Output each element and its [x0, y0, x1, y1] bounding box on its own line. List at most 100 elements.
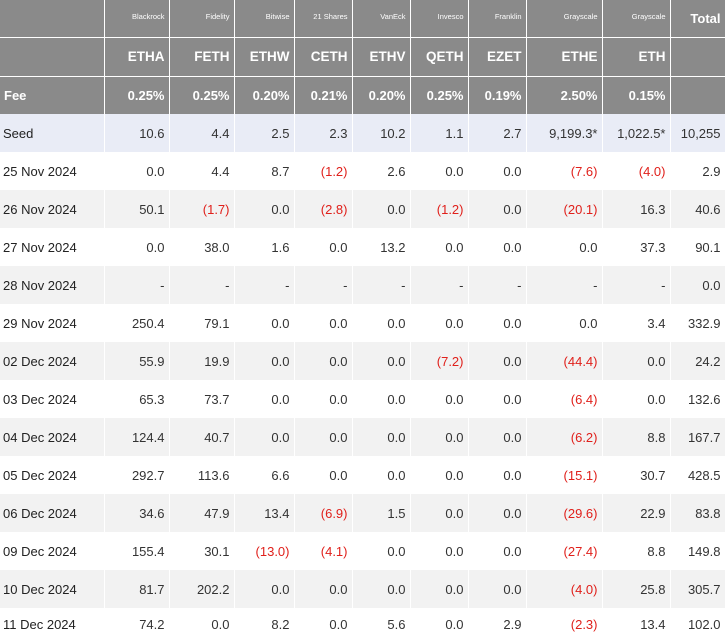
row-date-label: 02 Dec 2024	[0, 342, 105, 380]
fee-value: 0.20%	[234, 75, 295, 114]
flow-cell: 0.0	[294, 342, 353, 380]
ticker-symbol: ETHE	[526, 36, 603, 76]
row-date-label: 11 Dec 2024	[0, 608, 105, 641]
etf-flows-table: Blackrock Fidelity Bitwise 21 Shares Van…	[0, 0, 725, 641]
flow-cell: 0.0	[410, 418, 469, 456]
flow-cell: 155.4	[104, 532, 170, 570]
issuer-name: Blackrock	[104, 0, 170, 37]
flow-cell: 0.0	[468, 342, 527, 380]
flow-cell: 0.0	[468, 190, 527, 228]
flow-cell: 30.7	[602, 456, 671, 494]
flow-cell: 0.0	[234, 570, 295, 608]
ticker-symbol: ETHW	[234, 36, 295, 76]
flow-cell: 0.0	[410, 570, 469, 608]
fee-value: 2.50%	[526, 75, 603, 114]
flow-cell: 37.3	[602, 228, 671, 266]
flow-cell: 0.0	[234, 380, 295, 418]
flow-cell: -	[602, 266, 671, 304]
row-total-cell: 132.6	[670, 380, 725, 418]
ticker-symbol: FETH	[169, 36, 235, 76]
flow-cell: 0.0	[352, 570, 411, 608]
flow-cell: -	[104, 266, 170, 304]
total-header: Total	[670, 0, 725, 37]
table-row: 27 Nov 2024 0.0 38.0 1.6 0.0 13.2 0.0 0.0 0.0 37.…	[0, 228, 725, 266]
flow-cell: 0.0	[294, 570, 353, 608]
fee-value: 0.25%	[104, 75, 170, 114]
flow-cell: (29.6)	[526, 494, 603, 532]
flow-cell: (15.1)	[526, 456, 603, 494]
flow-cell: (1.2)	[410, 190, 469, 228]
flow-cell: 8.8	[602, 418, 671, 456]
flow-cell: 1,022.5*	[602, 114, 671, 152]
flow-cell: (1.7)	[169, 190, 235, 228]
table-row: 02 Dec 2024 55.9 19.9 0.0 0.0 0.0 (7.2) 0.0 (44.…	[0, 342, 725, 380]
fee-row: Fee 0.25% 0.25% 0.20% 0.21% 0.20% 0.25% …	[0, 75, 725, 114]
flow-cell: 0.0	[468, 418, 527, 456]
flow-cell: 0.0	[352, 380, 411, 418]
flow-cell: 13.4	[234, 494, 295, 532]
row-total-cell: 10,255	[670, 114, 725, 152]
row-date-label: 10 Dec 2024	[0, 570, 105, 608]
flow-cell: 0.0	[169, 608, 235, 641]
flow-cell: 0.0	[410, 228, 469, 266]
flow-cell: 0.0	[468, 304, 527, 342]
flow-cell: (27.4)	[526, 532, 603, 570]
flow-cell: 0.0	[410, 532, 469, 570]
issuer-name: 21 Shares	[294, 0, 353, 37]
flow-cell: (4.0)	[602, 152, 671, 190]
row-total-cell: 24.2	[670, 342, 725, 380]
flow-cell: 0.0	[104, 228, 170, 266]
flow-cell: 0.0	[234, 304, 295, 342]
flow-cell: 1.5	[352, 494, 411, 532]
fee-value: 0.25%	[169, 75, 235, 114]
flow-cell: 4.4	[169, 152, 235, 190]
flow-cell: 2.9	[468, 608, 527, 641]
flow-cell: (6.9)	[294, 494, 353, 532]
flow-cell: 2.3	[294, 114, 353, 152]
issuer-name: Invesco	[410, 0, 469, 37]
flow-cell: 4.4	[169, 114, 235, 152]
fee-value: 0.19%	[468, 75, 527, 114]
flow-cell: 0.0	[104, 152, 170, 190]
flow-cell: (4.0)	[526, 570, 603, 608]
flow-cell: 73.7	[169, 380, 235, 418]
fee-value: 0.15%	[602, 75, 671, 114]
flow-cell: 8.7	[234, 152, 295, 190]
issuer-name: Bitwise	[234, 0, 295, 37]
table-row: 10 Dec 2024 81.7 202.2 0.0 0.0 0.0 0.0 0.0 (4.0)…	[0, 570, 725, 608]
flow-cell: 0.0	[234, 342, 295, 380]
flow-cell: (44.4)	[526, 342, 603, 380]
row-date-label: 06 Dec 2024	[0, 494, 105, 532]
row-date-label: 28 Nov 2024	[0, 266, 105, 304]
flow-cell: (7.2)	[410, 342, 469, 380]
flow-cell: 292.7	[104, 456, 170, 494]
ticker-header-row: ETHA FETH ETHW CETH ETHV QETH EZET ETHE …	[0, 36, 725, 76]
fee-value: 0.20%	[352, 75, 411, 114]
flow-cell: (4.1)	[294, 532, 353, 570]
flow-cell: 0.0	[602, 342, 671, 380]
flow-cell: 38.0	[169, 228, 235, 266]
row-date-label: Seed	[0, 114, 105, 152]
flow-cell: 0.0	[294, 456, 353, 494]
row-date-label: 05 Dec 2024	[0, 456, 105, 494]
flow-cell: 0.0	[410, 152, 469, 190]
issuer-name: VanEck	[352, 0, 411, 37]
table-row: 09 Dec 2024 155.4 30.1 (13.0) (4.1) 0.0 0.0 0.0…	[0, 532, 725, 570]
flow-cell: -	[410, 266, 469, 304]
row-date-label: 03 Dec 2024	[0, 380, 105, 418]
flow-cell: 0.0	[234, 190, 295, 228]
flow-cell: 74.2	[104, 608, 170, 641]
ticker-symbol: ETHA	[104, 36, 170, 76]
table-row: 25 Nov 2024 0.0 4.4 8.7 (1.2) 2.6 0.0 0.0 (7.6)(…	[0, 152, 725, 190]
flow-cell: 40.7	[169, 418, 235, 456]
fee-total-cell	[670, 75, 725, 114]
flow-cell: 124.4	[104, 418, 170, 456]
flow-cell: 0.0	[352, 304, 411, 342]
flow-cell: -	[294, 266, 353, 304]
flow-cell: 25.8	[602, 570, 671, 608]
flow-cell: 202.2	[169, 570, 235, 608]
flow-cell: 0.0	[352, 532, 411, 570]
flow-cell: 65.3	[104, 380, 170, 418]
row-date-label: 27 Nov 2024	[0, 228, 105, 266]
flow-cell: 0.0	[410, 494, 469, 532]
